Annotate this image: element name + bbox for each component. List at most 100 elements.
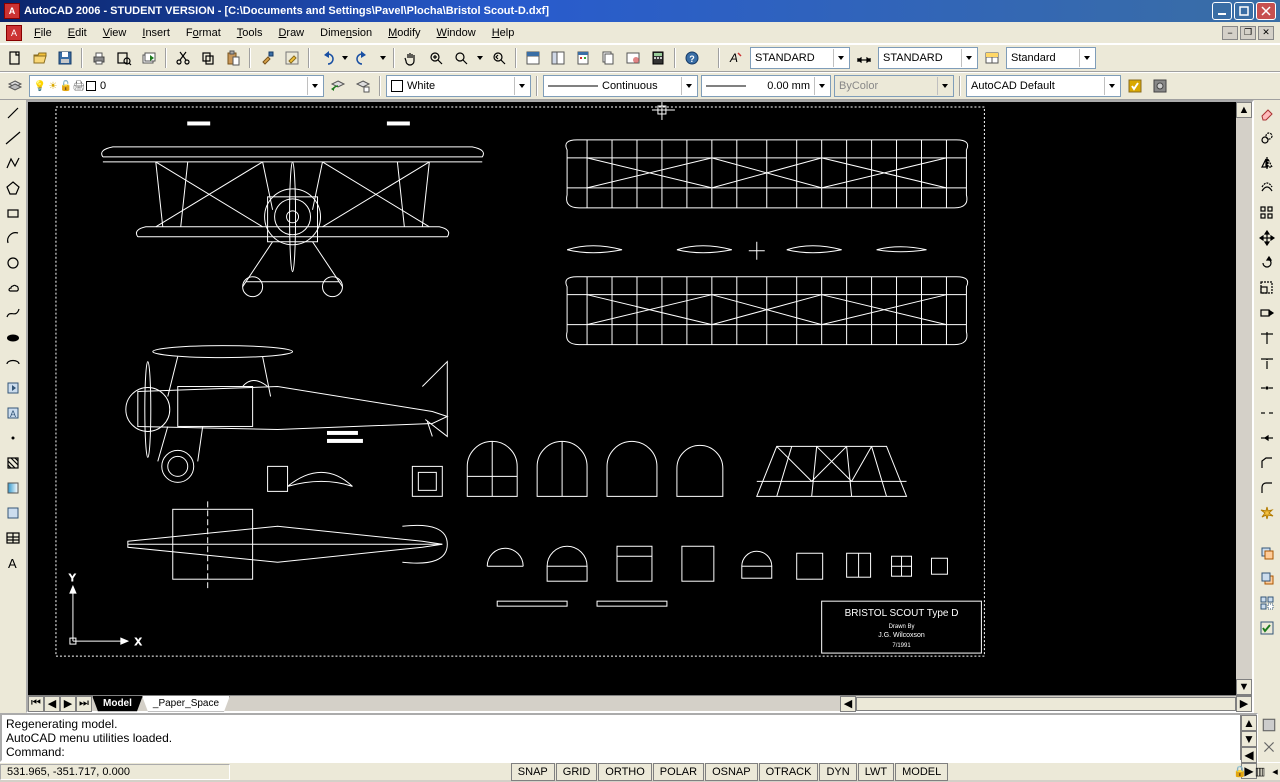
status-tray-expand[interactable]: ◂ xyxy=(1270,762,1280,782)
ellipse-button[interactable] xyxy=(2,327,24,349)
construction-line-button[interactable] xyxy=(2,127,24,149)
design-center-button[interactable] xyxy=(547,47,569,69)
ellipse-arc-button[interactable] xyxy=(2,352,24,374)
zoom-realtime-button[interactable] xyxy=(425,47,447,69)
select-similar-button[interactable] xyxy=(1256,592,1278,614)
stretch-button[interactable] xyxy=(1256,302,1278,324)
dimstyle-icon[interactable] xyxy=(853,47,875,69)
tab-next-button[interactable]: ▶ xyxy=(60,696,76,712)
toggle-model[interactable]: MODEL xyxy=(895,763,948,781)
region-button[interactable] xyxy=(2,502,24,524)
hscroll-right-button[interactable]: ▶ xyxy=(1236,696,1252,712)
help-button[interactable]: ? xyxy=(681,47,703,69)
default-table-dropdown[interactable]: AutoCAD Default xyxy=(966,75,1121,97)
draworder-back-button[interactable] xyxy=(1256,567,1278,589)
toggle-grid[interactable]: GRID xyxy=(556,763,598,781)
explode-button[interactable] xyxy=(1256,502,1278,524)
menu-file[interactable]: File xyxy=(26,24,60,42)
zoom-window-button[interactable] xyxy=(450,47,472,69)
trim-button[interactable] xyxy=(1256,327,1278,349)
markup-button[interactable] xyxy=(622,47,644,69)
tab-model[interactable]: Model xyxy=(92,696,143,712)
color-dropdown[interactable]: White xyxy=(386,75,531,97)
menu-view[interactable]: View xyxy=(95,24,135,42)
close-button[interactable] xyxy=(1256,2,1276,20)
toggle-dyn[interactable]: DYN xyxy=(819,763,856,781)
array-button[interactable] xyxy=(1256,202,1278,224)
qnew-button[interactable] xyxy=(4,47,26,69)
hscroll-track[interactable] xyxy=(856,697,1236,711)
gradient-button[interactable] xyxy=(2,477,24,499)
move-button[interactable] xyxy=(1256,227,1278,249)
polygon-button[interactable] xyxy=(2,177,24,199)
properties-button[interactable] xyxy=(522,47,544,69)
undo-button[interactable] xyxy=(315,47,337,69)
layer-dropdown[interactable]: 💡 ☀ 🔓 🖨 0 xyxy=(29,75,324,97)
break-button[interactable] xyxy=(1256,402,1278,424)
standards-config-button[interactable] xyxy=(1149,75,1171,97)
quickcalc-button[interactable] xyxy=(647,47,669,69)
draworder-button[interactable] xyxy=(1256,542,1278,564)
scroll-down-button[interactable]: ▼ xyxy=(1236,679,1252,695)
menu-window[interactable]: Window xyxy=(429,24,484,42)
publish-button[interactable] xyxy=(138,47,160,69)
comm-clean-button[interactable] xyxy=(1259,737,1279,757)
offset-button[interactable] xyxy=(1256,177,1278,199)
erase-button[interactable] xyxy=(1256,102,1278,124)
textstyle-dropdown[interactable]: STANDARD xyxy=(750,47,850,69)
print-button[interactable] xyxy=(88,47,110,69)
menu-tools[interactable]: Tools xyxy=(229,24,271,42)
save-button[interactable] xyxy=(54,47,76,69)
doc-icon[interactable]: A xyxy=(6,25,22,41)
menu-modify[interactable]: Modify xyxy=(380,24,428,42)
quick-select-button[interactable] xyxy=(1256,617,1278,639)
layer-manager-button[interactable] xyxy=(4,75,26,97)
arc-button[interactable] xyxy=(2,227,24,249)
tab-last-button[interactable]: ⏭ xyxy=(76,696,92,712)
make-block-button[interactable]: A xyxy=(2,402,24,424)
plotstyle-dropdown[interactable]: ByColor xyxy=(834,75,954,97)
standards-button[interactable] xyxy=(1124,75,1146,97)
lineweight-dropdown[interactable]: 0.00 mm xyxy=(701,75,831,97)
mtext-button[interactable]: A xyxy=(2,552,24,574)
pan-button[interactable] xyxy=(400,47,422,69)
layer-states-button[interactable] xyxy=(352,75,374,97)
copy-button[interactable] xyxy=(197,47,219,69)
tool-palettes-button[interactable] xyxy=(572,47,594,69)
status-coordinates[interactable]: 531.965, -351.717, 0.000 xyxy=(0,764,230,780)
mirror-button[interactable] xyxy=(1256,152,1278,174)
status-tray-icon[interactable]: ▥ xyxy=(1250,762,1270,782)
toggle-ortho[interactable]: ORTHO xyxy=(598,763,652,781)
tablestyle-dropdown[interactable]: Standard xyxy=(1006,47,1096,69)
rectangle-button[interactable] xyxy=(2,202,24,224)
linetype-dropdown[interactable]: Continuous xyxy=(543,75,698,97)
menu-help[interactable]: Help xyxy=(484,24,523,42)
block-edit-button[interactable] xyxy=(281,47,303,69)
join-button[interactable] xyxy=(1256,427,1278,449)
scale-button[interactable] xyxy=(1256,277,1278,299)
command-vscroll[interactable]: ▲▼ ◀▶ xyxy=(1240,715,1256,760)
undo-dropdown[interactable] xyxy=(340,47,350,69)
plot-preview-button[interactable] xyxy=(113,47,135,69)
drawing-area[interactable]: BRISTOL SCOUT Type D Drawn By J.G. Wilco… xyxy=(28,102,1236,695)
dimstyle-dropdown[interactable]: STANDARD xyxy=(878,47,978,69)
zoom-dropdown[interactable] xyxy=(475,47,485,69)
copy-obj-button[interactable] xyxy=(1256,127,1278,149)
chamfer-button[interactable] xyxy=(1256,452,1278,474)
command-window[interactable]: Regenerating model. AutoCAD menu utiliti… xyxy=(0,713,1258,762)
scroll-up-button[interactable]: ▲ xyxy=(1236,102,1252,118)
spline-button[interactable] xyxy=(2,302,24,324)
sheetset-button[interactable] xyxy=(597,47,619,69)
break-at-point-button[interactable] xyxy=(1256,377,1278,399)
revision-cloud-button[interactable] xyxy=(2,277,24,299)
toggle-lwt[interactable]: LWT xyxy=(858,763,894,781)
toggle-otrack[interactable]: OTRACK xyxy=(759,763,819,781)
menu-format[interactable]: Format xyxy=(178,24,229,42)
tab-first-button[interactable]: ⏮ xyxy=(28,696,44,712)
redo-dropdown[interactable] xyxy=(378,47,388,69)
hscroll-left-button[interactable]: ◀ xyxy=(840,696,856,712)
rotate-button[interactable] xyxy=(1256,252,1278,274)
comm-option-button[interactable] xyxy=(1259,715,1279,735)
line-button[interactable] xyxy=(2,102,24,124)
menu-edit[interactable]: Edit xyxy=(60,24,95,42)
